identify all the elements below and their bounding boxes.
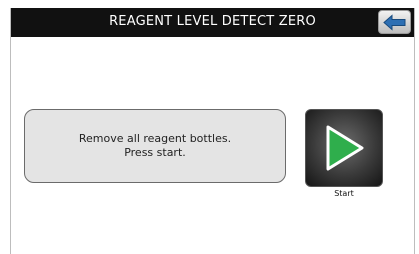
- start-button-label: Start: [334, 189, 354, 198]
- back-arrow-icon: [383, 14, 406, 31]
- play-icon: [326, 125, 364, 171]
- title-bar: REAGENT LEVEL DETECT ZERO: [11, 8, 414, 37]
- instruction-line-1: Remove all reagent bottles.: [78, 132, 232, 145]
- screen: REAGENT LEVEL DETECT ZERO Remove all rea…: [10, 8, 415, 254]
- back-button[interactable]: [378, 10, 411, 34]
- instruction-message-box: Remove all reagent bottles. Press start.: [24, 109, 286, 183]
- start-button[interactable]: [305, 109, 383, 187]
- page-title: REAGENT LEVEL DETECT ZERO: [109, 14, 316, 29]
- instruction-line-2: Press start.: [124, 146, 186, 159]
